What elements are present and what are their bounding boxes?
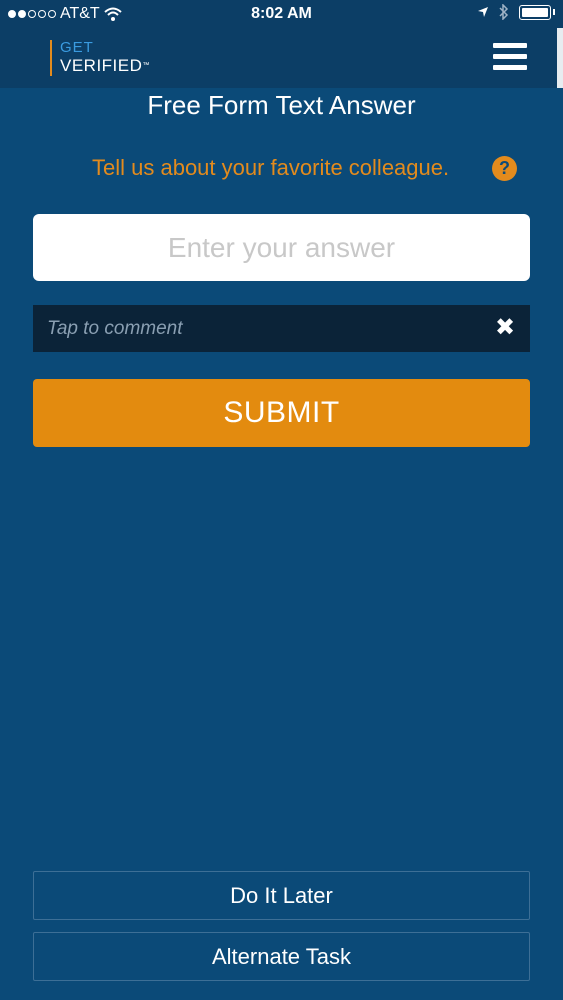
close-icon[interactable]: ✖ xyxy=(494,316,516,340)
logo-verified-text: VERIFIED™ xyxy=(60,56,150,75)
page-title: Free Form Text Answer xyxy=(147,90,416,120)
app-header: GET VERIFIED™ xyxy=(0,28,563,88)
scroll-indicator xyxy=(557,28,563,88)
menu-bar xyxy=(493,43,527,48)
question-circle-icon[interactable]: ? xyxy=(492,156,517,181)
status-right xyxy=(477,4,555,20)
status-bar: AT&T 8:02 AM xyxy=(0,0,563,28)
question-text: Tell us about your favorite colleague. xyxy=(92,155,450,180)
get-verified-logo: GET VERIFIED™ xyxy=(50,40,150,76)
question-row: Tell us about your favorite colleague. ? xyxy=(0,152,563,184)
comment-input[interactable] xyxy=(33,305,473,352)
submit-button[interactable]: SUBMIT xyxy=(33,379,530,447)
menu-bar xyxy=(493,65,527,70)
location-arrow-icon xyxy=(478,7,488,17)
battery-icon xyxy=(519,4,551,20)
do-it-later-button[interactable]: Do It Later xyxy=(33,871,530,920)
bluetooth-icon xyxy=(499,4,509,20)
logo-get-text: GET xyxy=(60,39,94,56)
hamburger-menu-icon[interactable] xyxy=(493,43,527,71)
logo-trademark: ™ xyxy=(142,62,150,69)
alternate-task-button[interactable]: Alternate Task xyxy=(33,932,530,981)
comment-bar: ✖ xyxy=(33,305,530,352)
battery-tip xyxy=(553,9,555,15)
menu-bar xyxy=(493,54,527,59)
answer-input[interactable] xyxy=(33,214,530,281)
logo-verified-word: VERIFIED xyxy=(60,56,143,75)
